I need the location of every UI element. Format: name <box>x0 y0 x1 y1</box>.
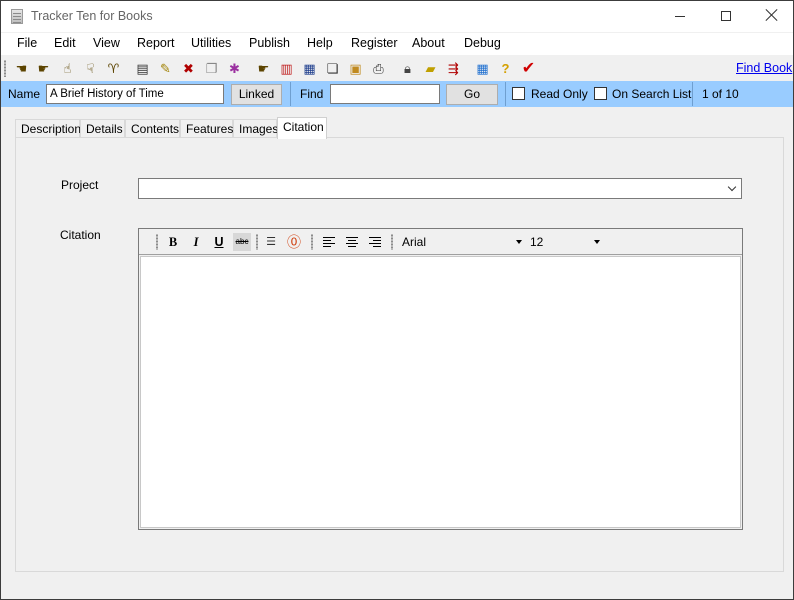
menu-bar: File Edit View Report Utilities Publish … <box>1 33 793 55</box>
editor-toolbar: B I U abc ☰ ⓪ Arial 12 <box>139 229 742 255</box>
font-name-value: Arial <box>402 235 427 249</box>
close-icon <box>765 8 779 22</box>
tab-description[interactable]: Description <box>15 119 81 139</box>
editor-separator <box>391 234 393 250</box>
help-icon[interactable]: ? <box>496 59 515 78</box>
menu-register[interactable]: Register <box>351 36 398 50</box>
name-label: Name <box>8 87 41 101</box>
align-left-icon[interactable] <box>320 233 338 251</box>
citation-label: Citation <box>60 228 101 242</box>
copy-icon[interactable]: ❏ <box>323 59 342 78</box>
window-title: Tracker Ten for Books <box>31 9 153 23</box>
first-record-icon[interactable]: ☚ <box>12 59 31 78</box>
bold-icon[interactable]: B <box>164 233 182 251</box>
new-record-icon[interactable]: ▤ <box>133 59 152 78</box>
name-field[interactable]: A Brief History of Time <box>46 84 224 104</box>
citation-editor: B I U abc ☰ ⓪ Arial 12 <box>138 228 743 530</box>
main-toolbar: ☚ ☛ ☝ ☟ ♈ ▤ ✎ ✖ ❐ ✱ ☛ ▥ ▦ ❏ ▣ ⎙ 🔒︎ ▰ ⇶ ▦… <box>1 56 793 81</box>
export-icon[interactable]: ⇶ <box>444 59 463 78</box>
font-size-select[interactable]: 12 <box>526 232 604 252</box>
copy-record-icon[interactable]: ❐ <box>202 59 221 78</box>
record-bar-separator <box>505 82 506 106</box>
font-name-select[interactable]: Arial <box>398 232 526 252</box>
toolbar-grip[interactable] <box>4 60 6 77</box>
menu-about[interactable]: About <box>412 36 445 50</box>
citation-text-area[interactable] <box>140 256 741 528</box>
search-icon[interactable]: ☛ <box>254 59 273 78</box>
ordered-list-icon[interactable]: ⓪ <box>285 233 303 251</box>
record-bar-separator <box>692 82 693 106</box>
close-button[interactable] <box>749 1 793 31</box>
on-search-list-checkbox[interactable] <box>594 87 607 100</box>
menu-debug[interactable]: Debug <box>464 36 501 50</box>
find-book-link[interactable]: Find Book <box>736 61 792 75</box>
title-bar: Tracker Ten for Books <box>1 1 793 32</box>
last-record-icon[interactable]: ☟ <box>81 59 100 78</box>
edit-record-icon[interactable]: ✎ <box>156 59 175 78</box>
sort-icon[interactable]: ✱ <box>225 59 244 78</box>
find-field[interactable] <box>330 84 440 104</box>
editor-toolbar-grip[interactable] <box>156 234 158 250</box>
dropdown-arrow-icon <box>594 240 600 244</box>
tab-citation[interactable]: Citation <box>277 117 327 139</box>
font-size-value: 12 <box>530 235 544 249</box>
record-bar: Name A Brief History of Time Linked Find… <box>1 81 793 107</box>
menu-publish[interactable]: Publish <box>249 36 290 50</box>
tab-contents[interactable]: Contents <box>125 119 180 139</box>
project-combobox[interactable] <box>138 178 742 199</box>
editor-separator <box>256 234 258 250</box>
dropdown-arrow-icon <box>516 240 522 244</box>
tab-details[interactable]: Details <box>80 119 125 139</box>
chevron-down-icon[interactable] <box>729 184 737 192</box>
print-icon[interactable]: ⎙ <box>369 59 388 78</box>
next-record-icon[interactable]: ☝ <box>58 59 77 78</box>
menu-view[interactable]: View <box>93 36 120 50</box>
on-search-list-label[interactable]: On Search List <box>612 87 691 101</box>
tab-images[interactable]: Images <box>233 119 278 139</box>
find-label: Find <box>300 87 324 101</box>
app-window: Tracker Ten for Books File Edit View Rep… <box>0 0 794 600</box>
align-center-icon[interactable] <box>343 233 361 251</box>
checkmark-icon[interactable]: ✔ <box>519 59 538 78</box>
read-only-checkbox[interactable] <box>512 87 525 100</box>
menu-edit[interactable]: Edit <box>54 36 76 50</box>
tab-features[interactable]: Features <box>180 119 233 139</box>
strikethrough-icon[interactable]: abc <box>233 233 251 251</box>
table-icon[interactable]: ▦ <box>300 59 319 78</box>
editor-separator <box>311 234 313 250</box>
lock-icon[interactable]: 🔒︎ <box>398 59 417 78</box>
previous-record-icon[interactable]: ☛ <box>34 59 53 78</box>
image-icon[interactable]: ▣ <box>346 59 365 78</box>
underline-icon[interactable]: U <box>210 233 228 251</box>
minimize-button[interactable] <box>657 1 703 31</box>
filter-icon[interactable]: ♈ <box>104 59 123 78</box>
report-icon[interactable]: ▥ <box>277 59 296 78</box>
linked-button[interactable]: Linked <box>231 84 282 105</box>
delete-record-icon[interactable]: ✖ <box>179 59 198 78</box>
go-button[interactable]: Go <box>446 84 498 105</box>
align-right-icon[interactable] <box>366 233 384 251</box>
italic-icon[interactable]: I <box>187 233 205 251</box>
calculator-icon[interactable]: ▦ <box>473 59 492 78</box>
menu-file[interactable]: File <box>17 36 37 50</box>
open-folder-icon[interactable]: ▰ <box>421 59 440 78</box>
maximize-button[interactable] <box>703 1 749 31</box>
bullet-list-icon[interactable]: ☰ <box>262 233 280 251</box>
maximize-icon <box>721 11 731 21</box>
app-icon <box>11 9 23 24</box>
record-bar-separator <box>290 82 291 106</box>
record-position: 1 of 10 <box>702 87 739 101</box>
read-only-label[interactable]: Read Only <box>531 87 588 101</box>
project-label: Project <box>61 178 99 192</box>
menu-report[interactable]: Report <box>137 36 175 50</box>
menu-help[interactable]: Help <box>307 36 333 50</box>
menu-utilities[interactable]: Utilities <box>191 36 231 50</box>
minimize-icon <box>675 16 685 17</box>
